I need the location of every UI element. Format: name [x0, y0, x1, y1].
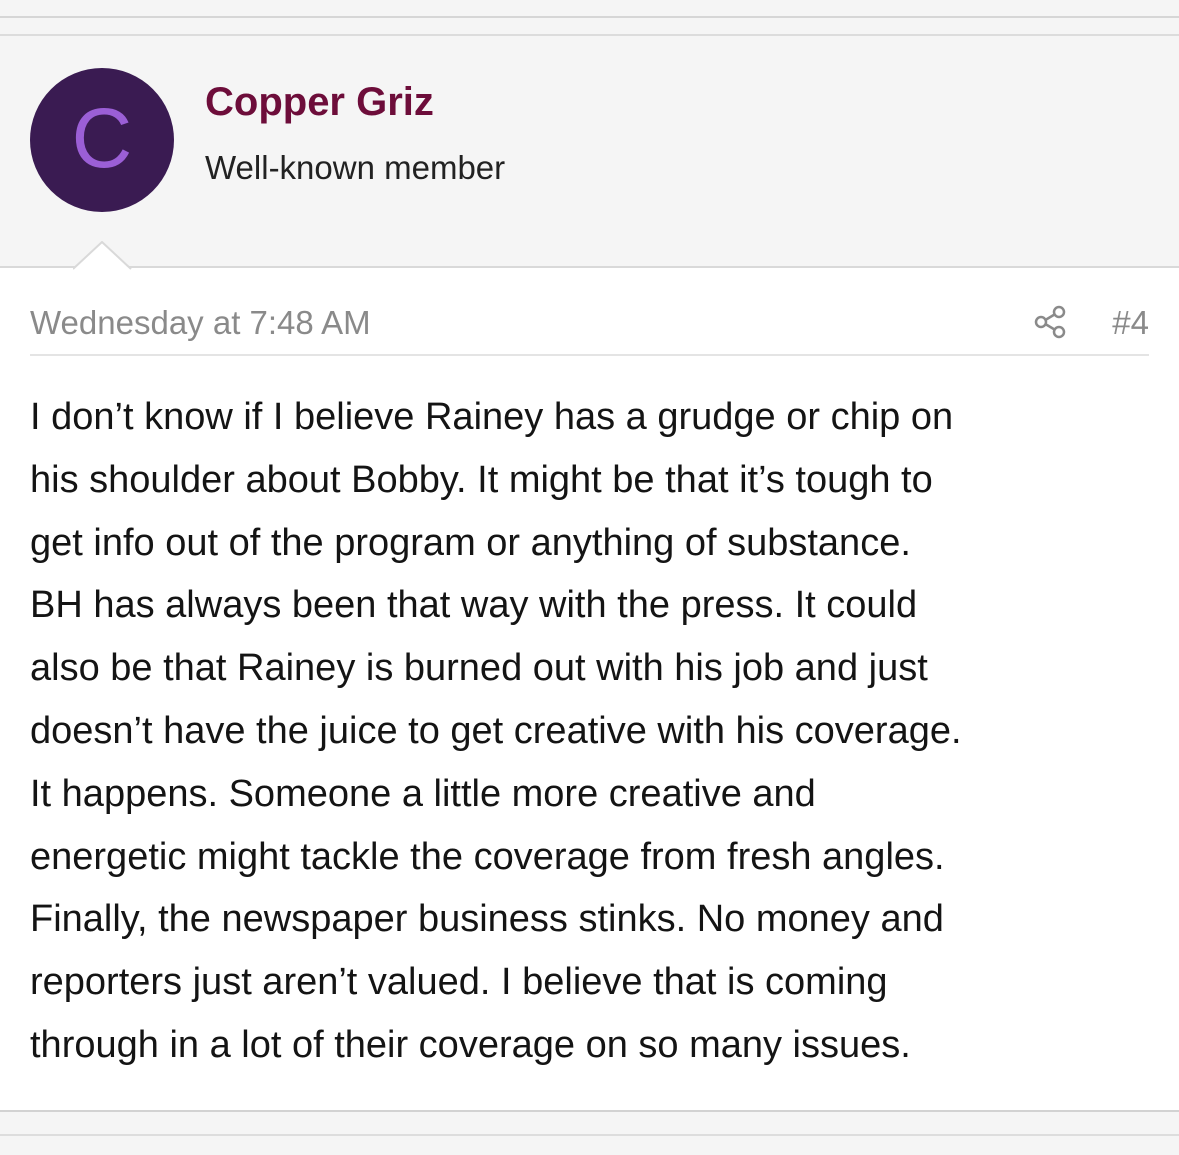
forum-post: C Copper Griz Well-known member Wednesda… — [0, 34, 1179, 1112]
message-line: It happens. Someone a little more creati… — [30, 772, 816, 815]
username-link[interactable]: Copper Griz — [205, 80, 434, 125]
post-content: Wednesday at 7:48 AM #4 I don’t know if … — [0, 268, 1179, 1112]
divider — [0, 1134, 1179, 1136]
previous-post-gap — [0, 0, 1179, 18]
user-title: Well-known member — [205, 149, 506, 186]
avatar-letter: C — [71, 91, 133, 185]
message-line: get info out of the program or anything … — [30, 521, 911, 564]
message-line: his shoulder about Bobby. It might be th… — [30, 458, 933, 501]
message-line: doesn’t have the juice to get creative w… — [30, 709, 962, 752]
message-line: Finally, the newspaper business stinks. … — [30, 898, 944, 941]
post-date-link[interactable]: Wednesday at 7:48 AM — [30, 304, 371, 342]
share-icon[interactable] — [1032, 304, 1068, 340]
message-line: I don’t know if I believe Rainey has a g… — [30, 396, 954, 438]
post-message: I don’t know if I believe Rainey has a g… — [30, 386, 1155, 1077]
next-post-gap — [0, 1110, 1179, 1155]
message-line: energetic might tackle the coverage from… — [30, 835, 945, 878]
post-number-link[interactable]: #4 — [1112, 304, 1149, 342]
message-line: reporters just aren’t valued. I believe … — [30, 961, 888, 1004]
message-line: BH has always been that way with the pre… — [30, 584, 918, 627]
post-meta-row: Wednesday at 7:48 AM #4 — [30, 304, 1149, 356]
message-line: through in a lot of their coverage on so… — [30, 1023, 911, 1066]
avatar[interactable]: C — [30, 68, 174, 212]
post-user-block: C Copper Griz Well-known member — [0, 36, 1179, 268]
message-line: also be that Rainey is burned out with h… — [30, 647, 928, 690]
